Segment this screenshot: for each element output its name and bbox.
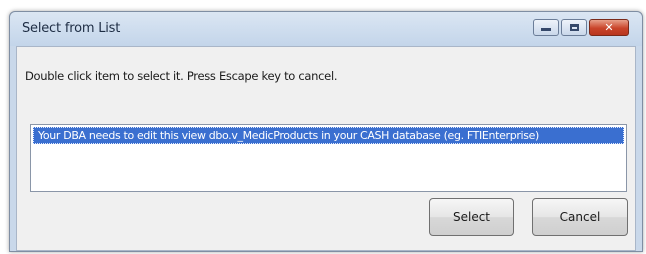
title-bar[interactable]: Select from List ✕: [10, 12, 642, 46]
instruction-text: Double click item to select it. Press Es…: [25, 69, 338, 83]
maximize-button[interactable]: [561, 19, 587, 36]
window-title: Select from List: [22, 21, 121, 36]
maximize-icon: [562, 20, 586, 35]
close-button[interactable]: ✕: [589, 19, 629, 36]
cancel-button[interactable]: Cancel: [532, 198, 628, 236]
select-from-list-dialog: Select from List ✕ Double click item to …: [9, 11, 643, 252]
dialog-body: Double click item to select it. Press Es…: [16, 46, 636, 251]
list-item[interactable]: Your DBA needs to edit this view dbo.v_M…: [33, 127, 624, 144]
close-icon: ✕: [604, 21, 614, 34]
minimize-button[interactable]: [533, 19, 559, 36]
item-listbox[interactable]: Your DBA needs to edit this view dbo.v_M…: [30, 124, 627, 192]
minimize-icon: [534, 20, 558, 35]
select-button[interactable]: Select: [429, 198, 514, 236]
